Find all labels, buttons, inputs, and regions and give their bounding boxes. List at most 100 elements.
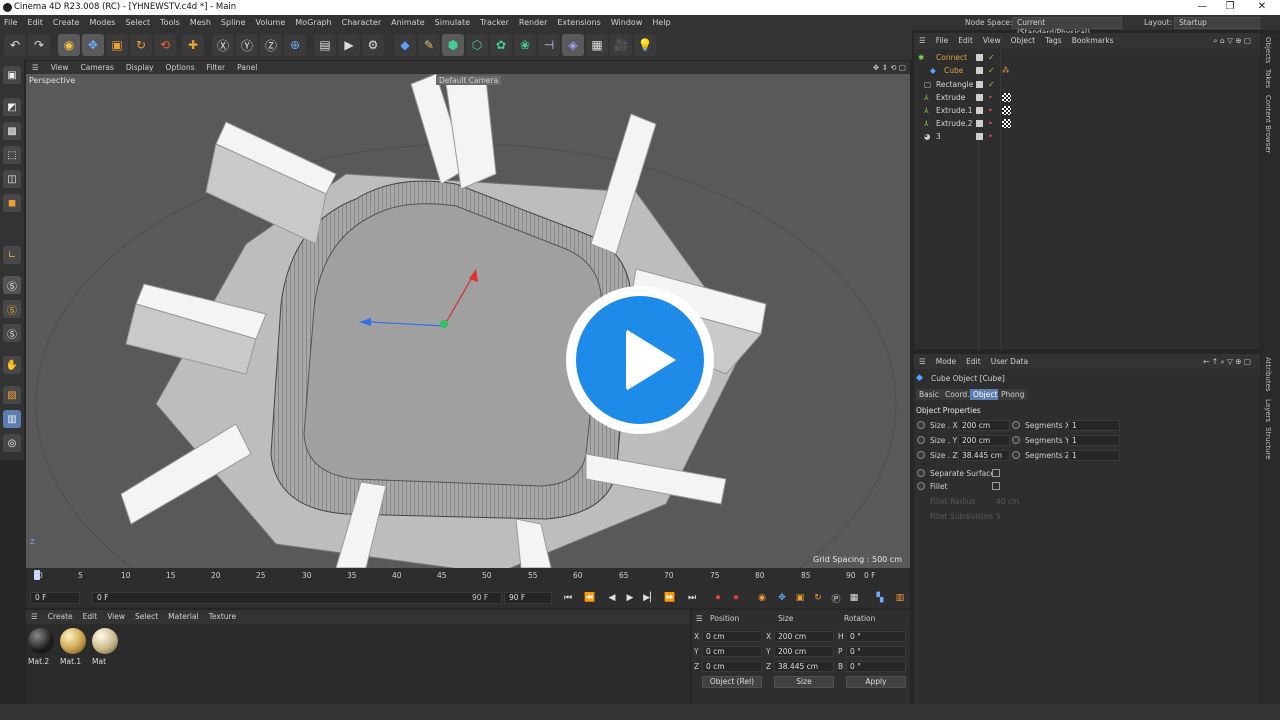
visibility-toggle[interactable] [976,81,983,88]
floor-icon[interactable]: ▦ [586,34,608,56]
object-row-3[interactable]: ◕ 3 • [914,130,1260,143]
size-y-field[interactable]: 200 cm [958,435,1010,446]
segments-x-field[interactable]: 1 [1068,420,1120,431]
model-mode-icon[interactable]: ◩ [3,98,21,116]
side-tab-content-browser[interactable]: Content Browser [1264,95,1272,153]
fillet-checkbox[interactable] [992,482,1000,490]
side-tab-layers[interactable]: Layers [1264,399,1272,422]
object-menu-view[interactable]: View [978,33,1006,49]
viewport-navigation-icons[interactable]: ✥ ⇕ ⟲ ▢ [873,61,906,74]
coordinate-system-icon[interactable]: ⊕ [284,34,306,56]
material-menu-texture[interactable]: Texture [204,610,241,624]
animate-toggle-icon[interactable] [1012,436,1020,444]
x-axis-lock-icon[interactable]: Ⓧ [212,34,234,56]
timeline-window-icon[interactable]: ▚ [872,590,888,606]
timeline-ruler[interactable]: 0 5 10 15 20 25 30 35 40 45 50 55 60 65 … [26,568,910,588]
object-row-rectangle[interactable]: ▢ Rectangle ✓ [914,78,1260,91]
workplane-snap-icon[interactable]: Ⓢ [3,324,21,342]
close-button[interactable]: ✕ [1248,0,1276,15]
object-manager-tools-icons[interactable]: ⌕ ⌂ ▽ ⊕ ▢ [1208,33,1256,49]
mograph-cloner-icon[interactable]: ❀ [514,34,536,56]
material-menu-edit[interactable]: Edit [78,610,103,624]
animate-toggle-icon[interactable] [917,451,925,459]
material-menu-select[interactable]: Select [130,610,163,624]
go-to-end-icon[interactable]: ⏭ [684,590,700,606]
viewport-menu-view[interactable]: View [45,61,75,74]
visibility-toggle[interactable] [976,107,983,114]
tab-object[interactable]: Object [970,389,1001,400]
camera-icon[interactable]: 🎥 [610,34,632,56]
render-settings-icon[interactable]: ⚙ [362,34,384,56]
menu-file[interactable]: File [0,15,23,30]
rotation-h-field[interactable]: 0 ° [846,631,906,642]
material-item[interactable]: Mat [92,628,120,666]
enabled-check-icon[interactable]: ✓ [988,64,995,77]
tab-basic[interactable]: Basic [916,389,942,400]
record-active-objects-icon[interactable]: ⏺ [710,590,726,606]
play-forward-icon[interactable]: ▶ [622,590,638,606]
render-view-icon[interactable]: ▤ [314,34,336,56]
size-mode-dropdown[interactable]: Size [774,676,834,688]
axis-mode-icon[interactable]: ∟ [3,246,21,264]
viewport-menu-filter[interactable]: Filter [201,61,232,74]
attribute-menu-user-data[interactable]: User Data [986,354,1033,369]
coordinate-mode-dropdown[interactable]: Object (Rel) [702,676,762,688]
separate-surfaces-checkbox[interactable] [992,469,1000,477]
material-menu-create[interactable]: Create [43,610,78,624]
menu-animate[interactable]: Animate [387,15,431,30]
animate-toggle-icon[interactable] [917,421,925,429]
y-axis-lock-icon[interactable]: Ⓨ [236,34,258,56]
animate-toggle-icon[interactable] [917,482,925,490]
menu-tools[interactable]: Tools [156,15,186,30]
step-forward-icon[interactable]: ▶▏ [642,590,658,606]
size-x-field[interactable]: 200 cm [958,420,1010,431]
viewport-menu-display[interactable]: Display [120,61,160,74]
animate-toggle-icon[interactable] [1012,451,1020,459]
render-to-picture-viewer-icon[interactable]: ▶ [338,34,360,56]
texture-tag-icon[interactable] [1002,93,1011,102]
disabled-check-icon[interactable]: • [988,104,993,117]
attribute-menu-edit[interactable]: Edit [961,354,986,369]
disabled-check-icon[interactable]: • [988,91,993,104]
attribute-nav-icons[interactable]: ← ↑ ⌕ ▽ ⊕ ▢ [1198,354,1256,369]
texture-mode-icon[interactable]: ▩ [3,122,21,140]
size-y-field[interactable]: 200 cm [774,646,834,657]
object-menu-object[interactable]: Object [1006,33,1040,49]
object-menu-edit[interactable]: Edit [953,33,978,49]
material-item[interactable]: Mat.2 [28,628,56,666]
position-y-field[interactable]: 0 cm [702,646,762,657]
pen-spline-icon[interactable]: ✎ [418,34,440,56]
position-key-icon[interactable]: ✥ [774,590,790,606]
fcurve-icon[interactable]: ▥ [892,590,908,606]
menu-spline[interactable]: Spline [217,15,252,30]
add-icon[interactable]: ✚ [182,34,204,56]
menu-character[interactable]: Character [338,15,388,30]
size-z-field[interactable]: 38.445 cm [774,661,834,672]
object-menu-bookmarks[interactable]: Bookmarks [1067,33,1119,49]
tab-coord[interactable]: Coord. [942,389,973,400]
object-row-extrude[interactable]: ⅄ Extrude • [914,91,1260,104]
previous-key-icon[interactable]: ⏪ [582,590,598,606]
field-icon[interactable]: ◈ [562,34,584,56]
disabled-check-icon[interactable]: • [988,117,993,130]
tab-phong[interactable]: Phong [998,389,1028,400]
object-row-connect[interactable]: ✱ Connect ✓ [914,51,1260,64]
object-row-extrude-1[interactable]: ⅄ Extrude.1 • [914,104,1260,117]
light-icon[interactable]: 💡 [634,34,656,56]
menu-extensions[interactable]: Extensions [553,15,606,30]
enabled-check-icon[interactable]: ✓ [988,78,995,91]
preview-range-slider[interactable]: 0 F [92,592,502,604]
segments-y-field[interactable]: 1 [1068,435,1120,446]
viewport-perspective[interactable]: Z Perspective Default Camera Grid Spacin… [26,74,910,568]
visibility-toggle[interactable] [976,120,983,127]
redo-icon[interactable]: ↷ [28,34,50,56]
pla-key-icon[interactable]: ▦ [846,590,862,606]
enabled-check-icon[interactable]: ✓ [988,51,995,64]
material-menu-material[interactable]: Material [163,610,203,624]
menu-render[interactable]: Render [515,15,553,30]
menu-mesh[interactable]: Mesh [186,15,217,30]
z-axis-lock-icon[interactable]: Ⓩ [260,34,282,56]
snap-icon[interactable]: Ⓢ [3,276,21,294]
side-tab-attributes[interactable]: Attributes [1264,357,1272,392]
texture-tag-icon[interactable] [1002,119,1011,128]
